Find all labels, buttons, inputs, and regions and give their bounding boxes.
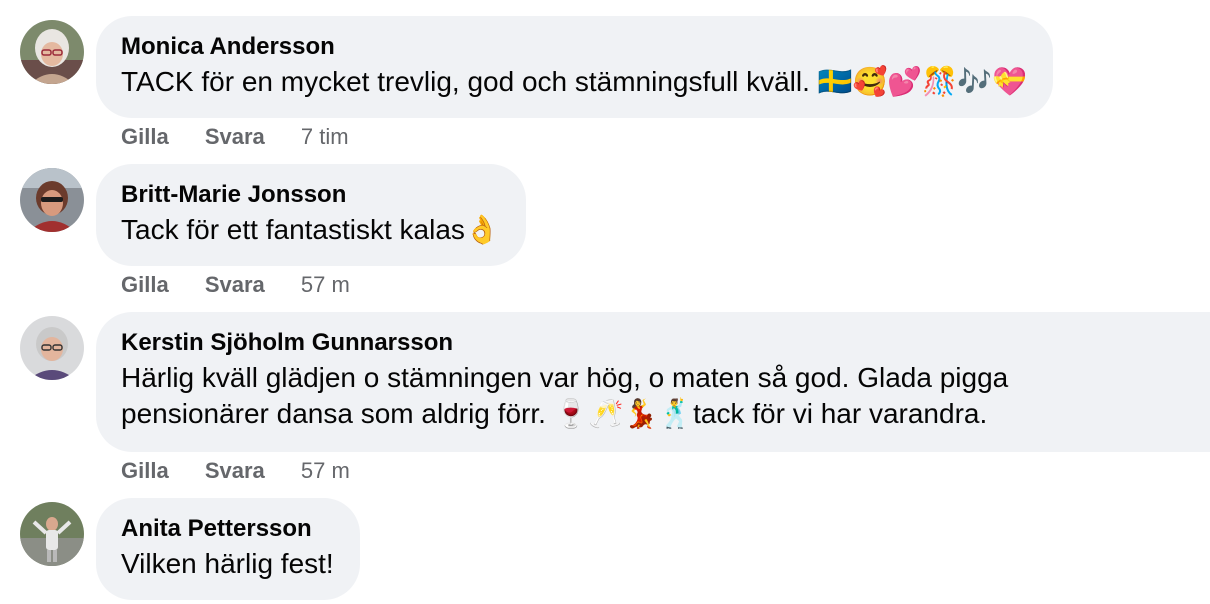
- comment-actions: Gilla Svara 7 tim: [121, 123, 349, 151]
- like-button[interactable]: Gilla: [121, 123, 169, 151]
- like-button[interactable]: Gilla: [121, 271, 169, 299]
- comment-author[interactable]: Kerstin Sjöholm Gunnarsson: [121, 329, 1184, 357]
- avatar[interactable]: [20, 20, 84, 84]
- comment-actions: Gilla Svara 57 m: [121, 271, 350, 299]
- comment-actions: Gilla Svara 57 m: [121, 457, 350, 485]
- comment-timestamp[interactable]: 7 tim: [301, 123, 349, 151]
- avatar-photo-icon: [20, 316, 84, 380]
- comment-text: Tack för ett fantastiskt kalas👌: [121, 214, 500, 245]
- reply-button[interactable]: Svara: [205, 271, 265, 299]
- comment-author[interactable]: Anita Pettersson: [121, 515, 334, 543]
- avatar[interactable]: [20, 502, 84, 566]
- reply-button[interactable]: Svara: [205, 457, 265, 485]
- like-button[interactable]: Gilla: [121, 457, 169, 485]
- avatar[interactable]: [20, 316, 84, 380]
- reply-button[interactable]: Svara: [205, 123, 265, 151]
- comment-timestamp[interactable]: 57 m: [301, 271, 350, 299]
- comment-author[interactable]: Britt-Marie Jonsson: [121, 181, 500, 209]
- comment-bubble: Monica Andersson TACK för en mycket trev…: [96, 16, 1053, 118]
- avatar[interactable]: [20, 168, 84, 232]
- comment-text: TACK för en mycket trevlig, god och stäm…: [121, 66, 1027, 97]
- comment-text: Vilken härlig fest!: [121, 548, 334, 579]
- avatar-photo-icon: [20, 20, 84, 84]
- comment-text-line-1: Härlig kväll glädjen o stämningen var hö…: [121, 362, 1009, 393]
- comment-bubble: Anita Pettersson Vilken härlig fest!: [96, 498, 360, 600]
- comment-text-line-2: pensionärer dansa som aldrig förr. 🍷🥂💃🕺t…: [121, 398, 988, 429]
- avatar-photo-icon: [20, 168, 84, 232]
- comment-bubble: Britt-Marie Jonsson Tack för ett fantast…: [96, 164, 526, 266]
- comment-author[interactable]: Monica Andersson: [121, 33, 1027, 61]
- comment-bubble: Kerstin Sjöholm Gunnarsson Härlig kväll …: [96, 312, 1210, 452]
- comment-timestamp[interactable]: 57 m: [301, 457, 350, 485]
- avatar-photo-icon: [20, 502, 84, 566]
